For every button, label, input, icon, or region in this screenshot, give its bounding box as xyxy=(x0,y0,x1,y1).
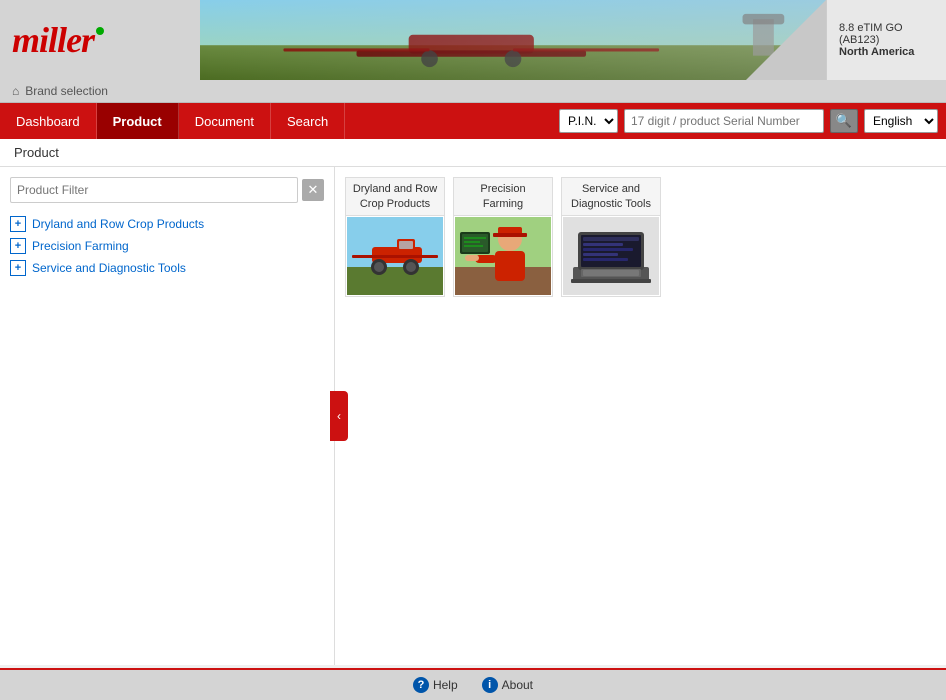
brand-logo: miller xyxy=(12,19,94,61)
tree-label-dryland: Dryland and Row Crop Products xyxy=(32,217,204,231)
tab-document[interactable]: Document xyxy=(179,103,271,139)
tab-search[interactable]: Search xyxy=(271,103,345,139)
nav-tabs: Dashboard Product Document Search xyxy=(0,103,345,139)
sprayer-svg xyxy=(347,217,443,295)
sidebar-collapse-button[interactable]: ‹ xyxy=(330,391,348,441)
sidebar: ✕ + Dryland and Row Crop Products + Prec… xyxy=(0,167,335,665)
product-filter-input[interactable] xyxy=(10,177,298,203)
header-banner-image xyxy=(200,0,826,80)
tree-label-precision: Precision Farming xyxy=(32,239,129,253)
product-grid: Dryland and Row Crop Products xyxy=(335,167,946,665)
nav-search-area: P.I.N. 🔍 English Spanish French German xyxy=(551,103,946,139)
top-bar: miller xyxy=(0,0,946,80)
laptop-svg xyxy=(563,217,659,295)
region-text: North America xyxy=(839,46,934,58)
product-card-label-service: Service and Diagnostic Tools xyxy=(562,178,660,216)
product-card-label-dryland: Dryland and Row Crop Products xyxy=(346,178,444,216)
help-icon: ? xyxy=(413,677,429,693)
help-link[interactable]: ? Help xyxy=(413,677,458,693)
product-card-precision[interactable]: Precision Farming xyxy=(453,177,553,297)
search-button[interactable]: 🔍 xyxy=(830,109,858,133)
nav-bar: Dashboard Product Document Search P.I.N.… xyxy=(0,103,946,139)
product-cards-container: Dryland and Row Crop Products xyxy=(345,177,936,297)
tree-label-service: Service and Diagnostic Tools xyxy=(32,261,186,275)
tree-item-dryland[interactable]: + Dryland and Row Crop Products xyxy=(10,213,324,235)
product-card-image-dryland xyxy=(346,216,444,296)
build-text: (AB123) xyxy=(839,34,934,46)
breadcrumb-brand-selection[interactable]: Brand selection xyxy=(25,84,108,98)
about-label: About xyxy=(502,678,533,692)
home-icon: ⌂ xyxy=(12,84,19,98)
expand-icon-service: + xyxy=(10,260,26,276)
version-info: 8.8 eTIM GO (AB123) North America xyxy=(826,0,946,80)
help-label: Help xyxy=(433,678,458,692)
tab-product[interactable]: Product xyxy=(97,103,179,139)
product-card-dryland[interactable]: Dryland and Row Crop Products xyxy=(345,177,445,297)
serial-input[interactable] xyxy=(624,109,824,133)
product-card-label-precision: Precision Farming xyxy=(454,178,552,216)
search-icon: 🔍 xyxy=(836,113,852,129)
tab-dashboard[interactable]: Dashboard xyxy=(0,103,97,139)
product-card-image-service xyxy=(562,216,660,296)
page-title: Product xyxy=(14,145,59,160)
version-text: 8.8 eTIM GO xyxy=(839,22,934,34)
expand-icon-dryland: + xyxy=(10,216,26,232)
logo-dot xyxy=(96,27,104,35)
farmer-svg xyxy=(455,217,551,295)
banner-svg xyxy=(200,0,826,80)
product-card-image-precision xyxy=(454,216,552,296)
expand-icon-precision: + xyxy=(10,238,26,254)
language-select[interactable]: English Spanish French German xyxy=(864,109,938,133)
content-header: Product xyxy=(0,139,946,167)
tree-item-service[interactable]: + Service and Diagnostic Tools xyxy=(10,257,324,279)
filter-row: ✕ xyxy=(10,177,324,203)
footer: ? Help i About xyxy=(0,668,946,700)
breadcrumb-bar: ⌂ Brand selection xyxy=(0,80,946,103)
tree-item-precision[interactable]: + Precision Farming xyxy=(10,235,324,257)
product-card-service[interactable]: Service and Diagnostic Tools xyxy=(561,177,661,297)
about-icon: i xyxy=(482,677,498,693)
about-link[interactable]: i About xyxy=(482,677,533,693)
logo-area: miller xyxy=(0,0,200,80)
pin-select[interactable]: P.I.N. xyxy=(559,109,618,133)
filter-clear-button[interactable]: ✕ xyxy=(302,179,324,201)
main-content: ✕ + Dryland and Row Crop Products + Prec… xyxy=(0,167,946,665)
